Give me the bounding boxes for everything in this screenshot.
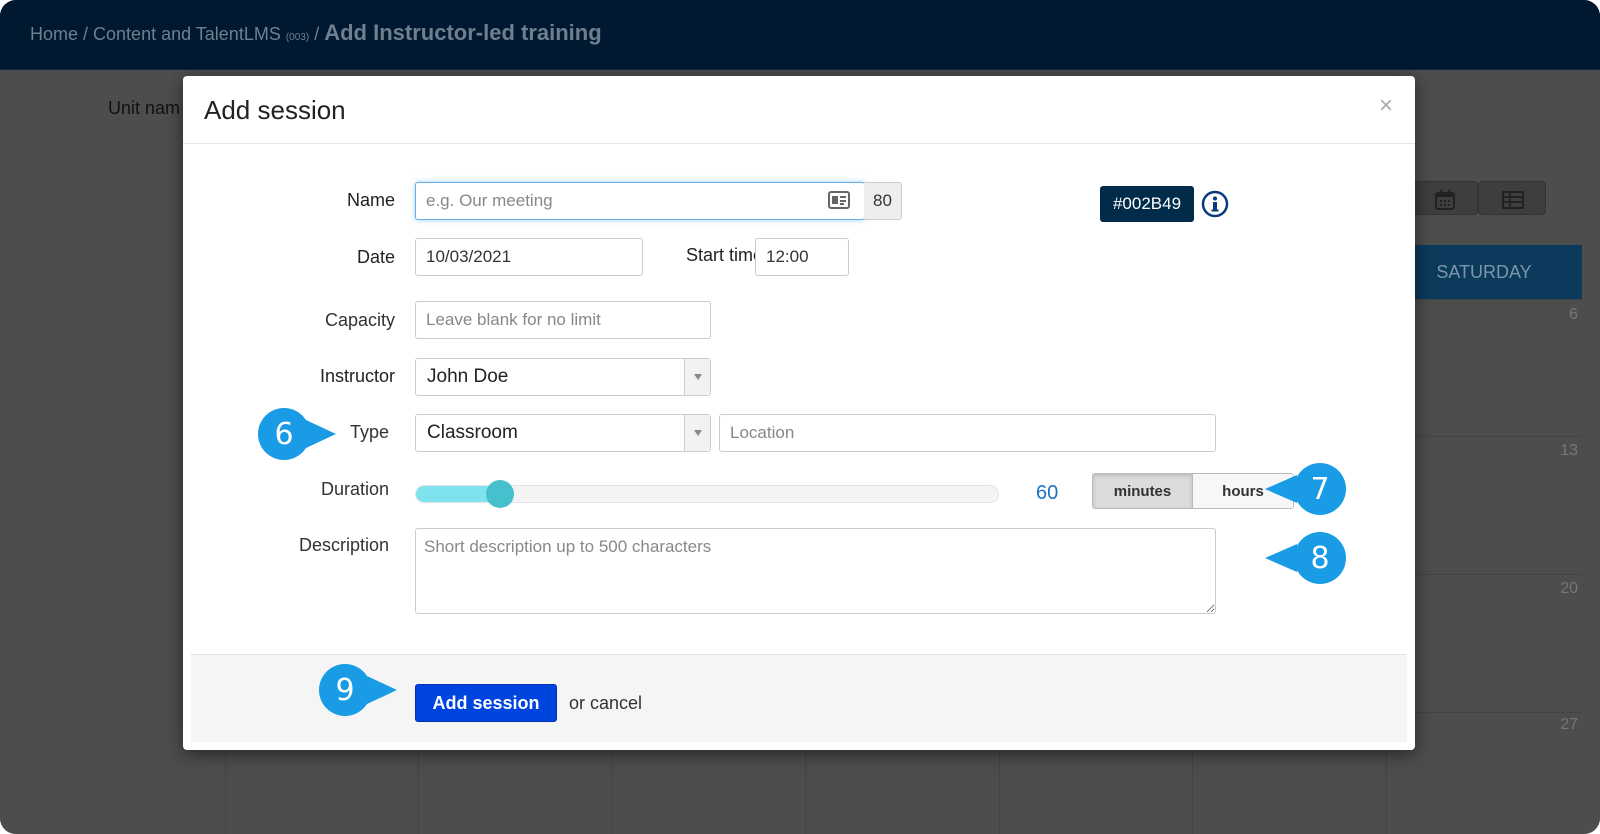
minutes-option[interactable]: minutes — [1093, 474, 1193, 508]
breadcrumb-home[interactable]: Home — [30, 24, 78, 44]
description-label: Description — [298, 535, 389, 555]
color-picker-button[interactable]: #002B49 — [1100, 186, 1194, 222]
instructor-selected-value: John Doe — [427, 366, 509, 387]
location-input[interactable] — [719, 414, 1216, 452]
table-view-button[interactable] — [1478, 181, 1546, 215]
breadcrumb-course-code: (003) — [285, 32, 310, 43]
type-select[interactable]: Classroom — [415, 414, 711, 452]
calendar-day-number[interactable]: 6 — [1569, 306, 1578, 324]
description-textarea[interactable] — [415, 528, 1216, 614]
callout-8-pointer — [1265, 544, 1297, 572]
callout-7: 7 — [1294, 463, 1346, 515]
capacity-label: Capacity — [324, 310, 395, 330]
calendar-grid-line — [1386, 712, 1582, 713]
capacity-input[interactable] — [415, 301, 711, 339]
calendar-grid-line — [805, 750, 806, 834]
start-time-label: Start time — [685, 245, 763, 265]
callout-9: 9 — [319, 664, 371, 716]
callout-6-pointer — [306, 420, 336, 448]
instructor-label: Instructor — [319, 366, 395, 386]
calendar-view-button[interactable] — [1410, 181, 1478, 215]
breadcrumb-course[interactable]: Content and TalentLMS — [93, 24, 281, 44]
calendar-grid-line — [1192, 750, 1193, 834]
breadcrumb-current: Add Instructor-led training — [324, 20, 602, 45]
date-label: Date — [356, 247, 395, 267]
app-frame: Home / Content and TalentLMS (003) / Add… — [0, 0, 1600, 834]
modal-title: Add session — [204, 95, 346, 125]
add-session-modal: Add session × Name 80 #002B49 Date Start… — [183, 76, 1415, 750]
name-label: Name — [346, 190, 395, 210]
breadcrumb: Home / Content and TalentLMS (003) / Add… — [30, 20, 602, 46]
duration-unit-toggle: minutes hours — [1092, 473, 1294, 509]
callout-9-pointer — [367, 676, 397, 704]
name-input[interactable] — [415, 182, 865, 220]
calendar-day-number[interactable]: 13 — [1560, 442, 1578, 460]
instructor-select[interactable]: John Doe — [415, 358, 711, 396]
callout-7-pointer — [1265, 475, 1297, 503]
callout-8: 8 — [1294, 532, 1346, 584]
card-icon — [828, 191, 850, 209]
chevron-down-icon — [684, 359, 710, 395]
info-icon[interactable] — [1201, 190, 1229, 218]
chevron-down-icon — [684, 415, 710, 451]
calendar-grid-line — [418, 750, 419, 834]
calendar-day-number[interactable]: 27 — [1560, 716, 1578, 734]
duration-label: Duration — [320, 479, 389, 499]
calendar-grid-line — [999, 750, 1000, 834]
breadcrumb-separator: / — [309, 24, 325, 44]
calendar-day-number[interactable]: 20 — [1560, 580, 1578, 598]
start-time-input[interactable] — [755, 238, 849, 276]
breadcrumb-separator: / — [78, 24, 94, 44]
duration-value: 60 — [1036, 482, 1059, 504]
cancel-link[interactable]: or cancel — [569, 693, 642, 714]
modal-header: Add session × — [183, 76, 1415, 144]
callout-6: 6 — [258, 408, 310, 460]
name-char-limit: 80 — [864, 182, 902, 220]
calendar-grid-line — [612, 750, 613, 834]
calendar-icon — [1435, 190, 1455, 210]
unit-name-label: Unit nam — [108, 98, 181, 118]
top-bar: Home / Content and TalentLMS (003) / Add… — [0, 0, 1600, 70]
table-icon — [1502, 191, 1524, 209]
duration-slider-handle[interactable] — [486, 480, 514, 508]
close-icon[interactable]: × — [1379, 92, 1393, 120]
calendar-day-header: SATURDAY — [1386, 245, 1582, 299]
type-selected-value: Classroom — [427, 422, 518, 443]
calendar-grid-line — [225, 750, 226, 834]
calendar-grid-line — [1386, 299, 1582, 300]
add-session-button[interactable]: Add session — [415, 684, 557, 722]
calendar-grid-line — [1386, 436, 1582, 437]
calendar-grid-line — [1386, 574, 1582, 575]
duration-slider[interactable] — [415, 480, 999, 508]
